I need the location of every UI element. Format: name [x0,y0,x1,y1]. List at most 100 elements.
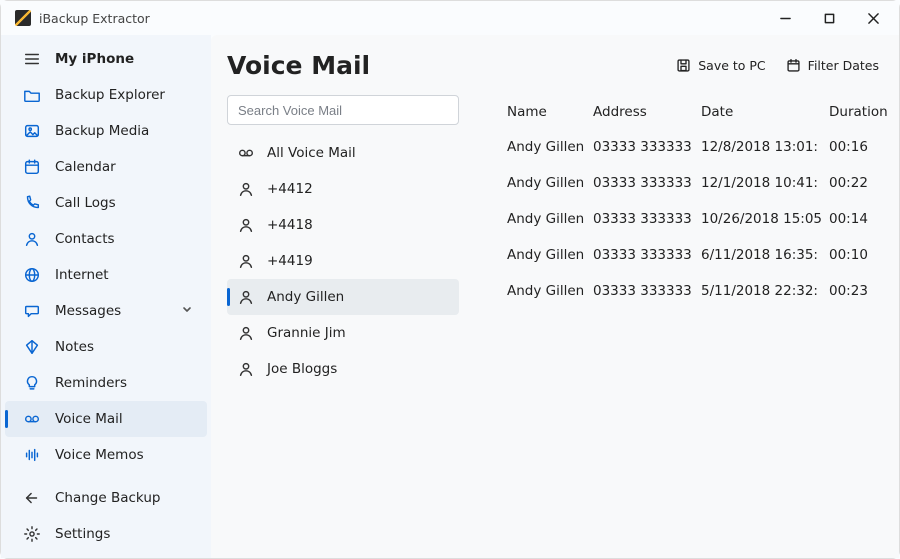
filter-item-label: All Voice Mail [267,145,356,161]
table-row[interactable]: Andy Gillen 03333 333333 6/11/2018 16:35… [475,237,889,273]
filter-item[interactable]: Joe Bloggs [227,351,459,387]
sidebar-item-label: Voice Mail [55,411,193,427]
cell-date: 10/26/2018 15:05 [701,211,829,227]
col-name[interactable]: Name [507,104,593,120]
sidebar-item-label: Settings [55,526,193,542]
table-row[interactable]: Andy Gillen 03333 333333 10/26/2018 15:0… [475,201,889,237]
filter-dates-button[interactable]: Filter Dates [776,52,889,79]
cell-name: Andy Gillen [507,139,593,155]
sidebar-item-change-backup[interactable]: Change Backup [5,480,207,516]
filter-item-label: Joe Bloggs [267,361,337,377]
filter-item-selected[interactable]: Andy Gillen [227,279,459,315]
col-duration[interactable]: Duration [829,104,889,120]
cell-date: 5/11/2018 22:32: [701,283,829,299]
filter-item[interactable]: +4418 [227,207,459,243]
cell-name: Andy Gillen [507,247,593,263]
cell-address: 03333 333333 [593,283,701,299]
cell-name: Andy Gillen [507,283,593,299]
main-header: Voice Mail Save to PC Filter Dates [227,43,889,87]
sidebar-item-voice-mail[interactable]: Voice Mail [5,401,207,437]
cell-address: 03333 333333 [593,175,701,191]
sidebar-item-label: Notes [55,339,193,355]
sidebar-item-contacts[interactable]: Contacts [5,221,207,257]
save-icon [676,58,691,73]
table-row[interactable]: Andy Gillen 03333 333333 5/11/2018 22:32… [475,273,889,309]
col-date[interactable]: Date [701,104,829,120]
waveform-icon [23,446,41,464]
calendar-filter-icon [786,58,801,73]
titlebar: iBackup Extractor [1,1,899,35]
app-title: iBackup Extractor [39,11,150,26]
sidebar-item-label: Call Logs [55,195,193,211]
filter-item[interactable]: Grannie Jim [227,315,459,351]
cell-name: Andy Gillen [507,175,593,191]
cell-address: 03333 333333 [593,139,701,155]
sidebar-item-backup-media[interactable]: Backup Media [5,113,207,149]
filter-dates-label: Filter Dates [808,58,879,73]
cell-date: 12/8/2018 13:01: [701,139,829,155]
filter-item-label: +4419 [267,253,313,269]
filter-item[interactable]: +4412 [227,171,459,207]
table-row[interactable]: Andy Gillen 03333 333333 12/1/2018 10:41… [475,165,889,201]
filter-column: All Voice Mail +4412 +4418 +4419 [227,91,459,548]
sidebar-item-calendar[interactable]: Calendar [5,149,207,185]
filter-item-label: Grannie Jim [267,325,346,341]
phone-icon [23,194,41,212]
sidebar-item-label: Change Backup [55,490,193,506]
voicemail-icon [237,144,255,162]
cell-duration: 00:10 [829,247,889,263]
sidebar-item-label: Reminders [55,375,193,391]
table-header: Name Address Date Duration [475,95,889,129]
cell-duration: 00:22 [829,175,889,191]
chat-icon [23,302,41,320]
person-icon [237,360,255,378]
sidebar-item-settings[interactable]: Settings [5,516,207,552]
sidebar-item-messages[interactable]: Messages [5,293,207,329]
cell-duration: 00:14 [829,211,889,227]
sidebar-item-call-logs[interactable]: Call Logs [5,185,207,221]
sidebar-item-label: Backup Media [55,123,193,139]
cell-address: 03333 333333 [593,211,701,227]
table-row[interactable]: Andy Gillen 03333 333333 12/8/2018 13:01… [475,129,889,165]
col-address[interactable]: Address [593,104,701,120]
sidebar-item-backup-explorer[interactable]: Backup Explorer [5,77,207,113]
note-icon [23,338,41,356]
voicemail-icon [23,410,41,428]
lightbulb-icon [23,374,41,392]
main-panel: Voice Mail Save to PC Filter Dates All V… [211,35,899,558]
filter-list: All Voice Mail +4412 +4418 +4419 [227,135,459,387]
sidebar-item-label: Contacts [55,231,193,247]
sidebar-header[interactable]: My iPhone [5,41,207,77]
image-icon [23,122,41,140]
filter-item-all[interactable]: All Voice Mail [227,135,459,171]
sidebar: My iPhone Backup Explorer Backup Media C… [1,35,211,558]
window-maximize-button[interactable] [807,3,851,33]
sidebar-header-label: My iPhone [55,51,193,67]
sidebar-item-label: Calendar [55,159,193,175]
globe-icon [23,266,41,284]
page-title: Voice Mail [227,51,666,80]
sidebar-item-internet[interactable]: Internet [5,257,207,293]
person-icon [237,216,255,234]
sidebar-item-label: Backup Explorer [55,87,193,103]
filter-item-label: +4412 [267,181,313,197]
sidebar-item-notes[interactable]: Notes [5,329,207,365]
cell-name: Andy Gillen [507,211,593,227]
sidebar-item-voice-memos[interactable]: Voice Memos [5,437,207,473]
sidebar-item-label: Internet [55,267,193,283]
window-close-button[interactable] [851,3,895,33]
close-icon [868,13,879,24]
person-icon [23,230,41,248]
window-minimize-button[interactable] [763,3,807,33]
minimize-icon [780,13,791,24]
sidebar-item-reminders[interactable]: Reminders [5,365,207,401]
folder-icon [23,86,41,104]
arrow-left-icon [23,489,41,507]
person-icon [237,180,255,198]
filter-item-label: Andy Gillen [267,289,344,305]
person-icon [237,288,255,306]
save-to-pc-button[interactable]: Save to PC [666,52,775,79]
filter-item-label: +4418 [267,217,313,233]
search-input[interactable] [227,95,459,125]
filter-item[interactable]: +4419 [227,243,459,279]
